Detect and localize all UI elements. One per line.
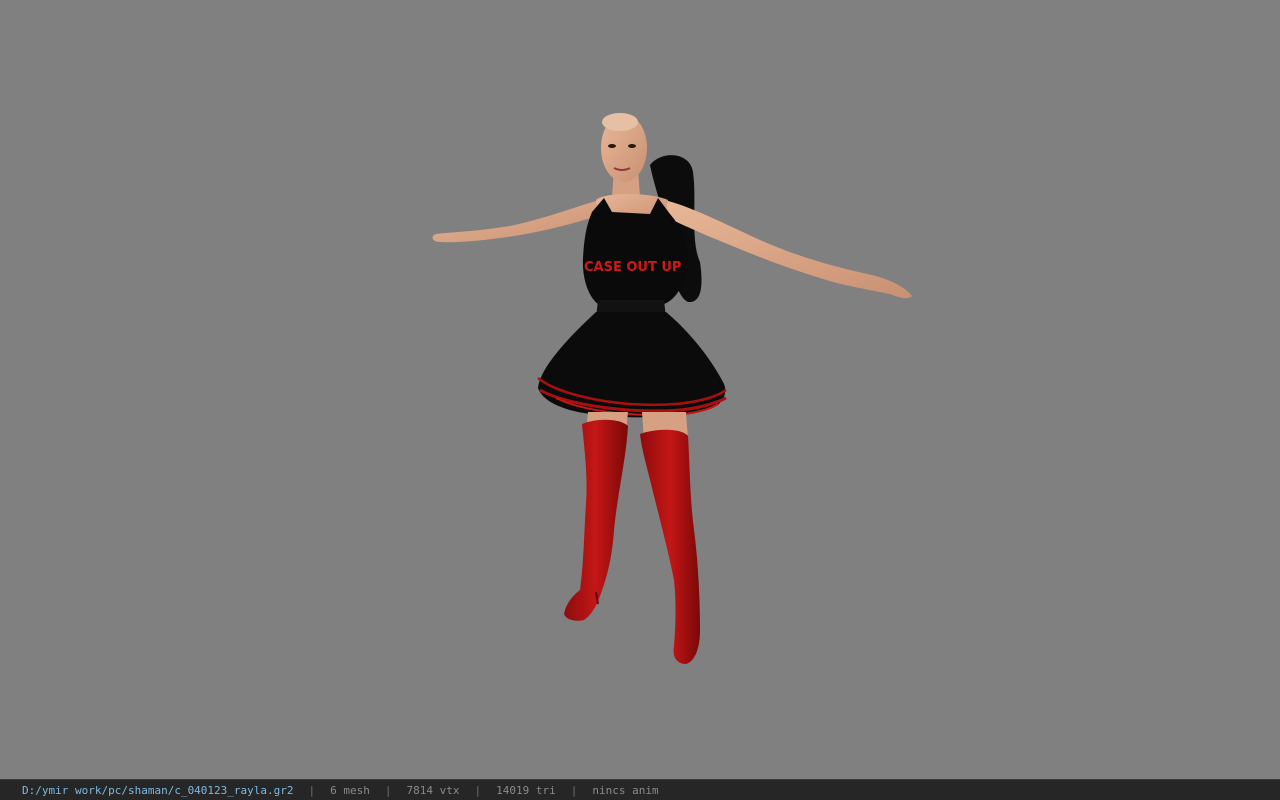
separator: |: [474, 783, 482, 797]
triangle-count-text: 14019 tri: [496, 783, 556, 797]
separator: |: [570, 783, 578, 797]
character-model: CASE OUT UP: [432, 113, 912, 664]
shirt-print-text: CASE OUT UP: [584, 260, 681, 275]
separator: |: [384, 783, 392, 797]
vertex-count-text: 7814 vtx: [406, 783, 460, 797]
separator: |: [308, 783, 316, 797]
animation-status-text: nincs anim: [592, 783, 659, 797]
file-path-text: D:/ymir work/pc/shaman/c_040123_rayla.gr…: [22, 783, 294, 797]
mesh-count-text: 6 mesh: [330, 783, 370, 797]
status-bar: D:/ymir work/pc/shaman/c_040123_rayla.gr…: [0, 779, 1280, 800]
right-boot: [640, 429, 700, 664]
left-boot: [564, 419, 628, 621]
3d-viewport[interactable]: CASE OUT UP: [0, 0, 1280, 779]
left-arm: [432, 200, 604, 243]
